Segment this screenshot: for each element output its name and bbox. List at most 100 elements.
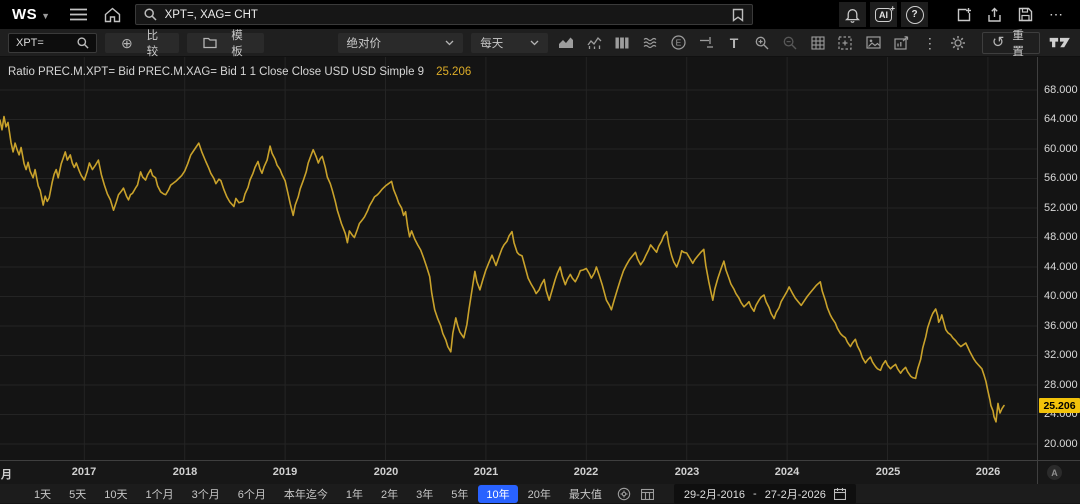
reset-label: 重置 xyxy=(1012,27,1029,59)
template-button[interactable]: 模板 xyxy=(187,33,263,53)
price-mode-value: 绝对价 xyxy=(347,35,446,51)
range-button[interactable]: 1天 xyxy=(26,485,59,503)
event-e-icon: E xyxy=(671,35,686,50)
image-icon xyxy=(866,36,881,49)
ratio-line-chart[interactable] xyxy=(0,57,1037,460)
axis-scale-button[interactable]: A xyxy=(1047,465,1062,480)
compare-label: 比较 xyxy=(147,27,164,59)
price-axis[interactable]: 68.00064.00060.00056.00052.00048.00044.0… xyxy=(1037,57,1080,460)
price-axis-label: 20.000 xyxy=(1044,438,1078,450)
bars-view-button[interactable] xyxy=(612,33,632,53)
price-axis-label: 44.000 xyxy=(1044,261,1078,273)
help-button[interactable]: ? xyxy=(901,2,928,27)
search-icon xyxy=(77,37,89,49)
calendar-icon xyxy=(834,488,846,500)
image-export-button[interactable] xyxy=(864,33,884,53)
chart-toolbar: XPT= ⊕ 比较 模板 绝对价 每天 E T ⋮ ↺ 重置 xyxy=(0,29,1080,57)
calendar-grid-button[interactable] xyxy=(638,486,658,502)
price-axis-label: 48.000 xyxy=(1044,231,1078,243)
range-button[interactable]: 20年 xyxy=(520,485,559,503)
range-button[interactable]: 3个月 xyxy=(184,485,228,503)
notifications-button[interactable] xyxy=(839,2,866,27)
range-button-group: 1天5天10天1个月3个月6个月本年迄今1年2年3年5年10年20年最大值 xyxy=(26,485,610,503)
compare-button[interactable]: ⊕ 比较 xyxy=(105,33,179,53)
range-settings-button[interactable] xyxy=(614,486,634,502)
range-button[interactable]: 1年 xyxy=(338,485,371,503)
area-chart-icon xyxy=(558,36,574,49)
search-input[interactable]: XPT=, XAG= CHT xyxy=(165,9,724,21)
date-to: 27-2月-2026 xyxy=(765,486,826,502)
workspace-logo[interactable]: WS ▼ xyxy=(12,6,51,23)
time-axis-label: 2017 xyxy=(72,466,96,478)
range-toolbar: 1天5天10天1个月3个月6个月本年迄今1年2年3年5年10年20年最大值 29… xyxy=(0,484,1080,503)
text-annotation-button[interactable]: T xyxy=(724,33,744,53)
time-axis-label: 2025 xyxy=(876,466,900,478)
time-axis-label: 2023 xyxy=(675,466,699,478)
chart-export-icon xyxy=(894,36,909,50)
time-axis-label: 2020 xyxy=(374,466,398,478)
reset-button[interactable]: ↺ 重置 xyxy=(982,32,1040,54)
hamburger-icon xyxy=(70,8,87,21)
seasonal-chart-button[interactable] xyxy=(584,33,604,53)
more-tools-button[interactable]: ⋮ xyxy=(920,33,940,53)
range-button[interactable]: 1个月 xyxy=(138,485,182,503)
price-axis-label: 36.000 xyxy=(1044,320,1078,332)
share-button[interactable] xyxy=(981,2,1008,27)
date-separator: - xyxy=(753,488,757,500)
chevron-down-icon xyxy=(445,40,454,46)
legend-last-value: 25.206 xyxy=(436,66,471,78)
gear-icon xyxy=(950,35,966,51)
chart-pane[interactable]: Ratio PREC.M.XPT= Bid PREC.M.XAG= Bid 1 … xyxy=(0,57,1037,460)
new-item-button[interactable] xyxy=(950,2,977,27)
chart-settings-button[interactable] xyxy=(948,33,968,53)
date-from: 29-2月-2016 xyxy=(684,486,745,502)
range-button[interactable]: 3年 xyxy=(408,485,441,503)
zoom-in-button[interactable] xyxy=(752,33,772,53)
range-button[interactable]: 5天 xyxy=(61,485,94,503)
zoom-in-icon xyxy=(755,36,769,50)
price-axis-label: 52.000 xyxy=(1044,202,1078,214)
axis-divider xyxy=(1037,461,1038,484)
more-options-button[interactable]: ⋯ xyxy=(1043,2,1070,27)
global-search-bar[interactable]: XPT=, XAG= CHT xyxy=(135,4,753,25)
range-button[interactable]: 本年迄今 xyxy=(276,485,336,503)
legend-text: Ratio PREC.M.XPT= Bid PREC.M.XAG= Bid 1 … xyxy=(8,66,424,78)
events-button[interactable]: E xyxy=(668,33,688,53)
range-button[interactable]: 5年 xyxy=(443,485,476,503)
bookmark-icon[interactable] xyxy=(732,8,744,22)
grid-layout-button[interactable] xyxy=(808,33,828,53)
zoom-out-button[interactable] xyxy=(780,33,800,53)
range-button[interactable]: 2年 xyxy=(373,485,406,503)
trendline-tool-icon xyxy=(699,36,714,50)
time-axis-label: 2019 xyxy=(273,466,297,478)
kebab-icon: ⋮ xyxy=(923,36,937,50)
filmstrip-icon xyxy=(615,37,629,49)
menu-button[interactable] xyxy=(67,3,91,27)
range-button[interactable]: 10天 xyxy=(96,485,135,503)
axis-auto-label: A xyxy=(1051,468,1058,478)
template-label: 模板 xyxy=(231,27,247,59)
interval-select[interactable]: 每天 xyxy=(471,33,548,53)
drawing-tool-button[interactable] xyxy=(696,33,716,53)
chevron-down-icon: ▼ xyxy=(41,11,50,21)
time-axis[interactable]: A 月2017201820192020202120222023202420252… xyxy=(0,460,1080,484)
price-mode-select[interactable]: 绝对价 xyxy=(338,33,464,53)
indicators-button[interactable] xyxy=(640,33,660,53)
range-button[interactable]: 最大值 xyxy=(561,485,610,503)
ai-icon: AI+ xyxy=(875,8,892,22)
ai-assistant-button[interactable]: AI+ xyxy=(870,2,897,27)
interval-value: 每天 xyxy=(480,35,530,51)
time-axis-label: 2021 xyxy=(474,466,498,478)
home-button[interactable] xyxy=(101,3,125,27)
chart-export-button[interactable] xyxy=(892,33,912,53)
save-button[interactable] xyxy=(1012,2,1039,27)
symbol-input[interactable]: XPT= xyxy=(8,33,97,53)
symbol-value: XPT= xyxy=(16,37,77,49)
range-button[interactable]: 10年 xyxy=(478,485,517,503)
series-legend[interactable]: Ratio PREC.M.XPT= Bid PREC.M.XAG= Bid 1 … xyxy=(8,66,471,78)
snapshot-button[interactable] xyxy=(836,33,856,53)
chart-type-button[interactable] xyxy=(556,33,576,53)
workspace-logo-text: WS xyxy=(12,6,37,23)
range-button[interactable]: 6个月 xyxy=(230,485,274,503)
date-range-picker[interactable]: 29-2月-2016 - 27-2月-2026 xyxy=(674,484,856,504)
